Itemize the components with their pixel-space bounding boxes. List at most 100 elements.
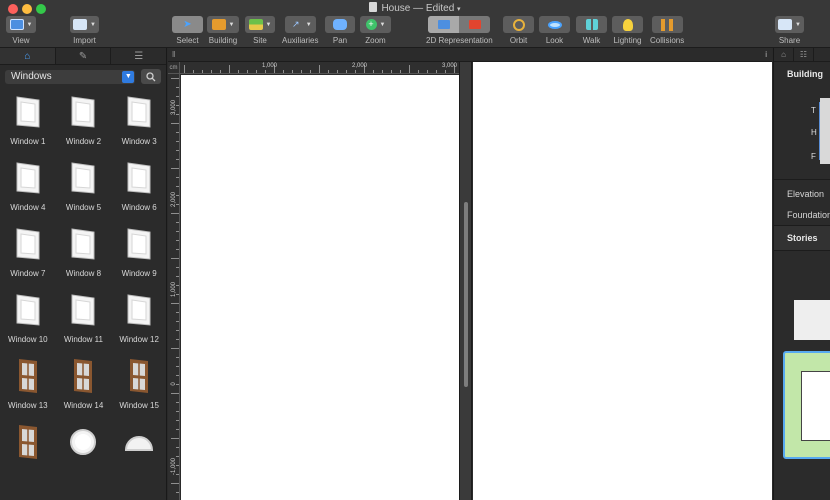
- ruler-tick: [301, 70, 302, 73]
- ruler-tick: [171, 483, 179, 484]
- view-tool[interactable]: ▼ View: [6, 16, 36, 45]
- category-dropdown[interactable]: Windows ▼: [5, 69, 136, 84]
- library-item[interactable]: Window 10: [0, 291, 56, 344]
- ruler-label: 2,000: [352, 63, 368, 69]
- building-tool[interactable]: ▼ Building: [207, 16, 239, 45]
- stories-section: Stories: [774, 225, 830, 251]
- look-label: Look: [545, 36, 564, 45]
- library-item-label: Window 8: [65, 269, 102, 278]
- library-tabs: ⌂ ✎ ☰: [0, 48, 166, 65]
- library-item[interactable]: Window 13: [0, 357, 56, 410]
- chevron-down-icon: ▼: [122, 70, 135, 83]
- chevron-down-icon[interactable]: ▾: [457, 6, 461, 13]
- library-panel: ⌂ ✎ ☰ Windows ▼ Window 1 Window 2 Window 3…: [0, 48, 167, 500]
- ruler-tick: [391, 70, 392, 73]
- view-splitter[interactable]: [459, 62, 472, 500]
- splitter-scrollbar[interactable]: [464, 202, 468, 387]
- ruler-tick: [176, 150, 179, 151]
- library-item-label: Window 7: [10, 269, 46, 278]
- search-icon: [146, 71, 156, 81]
- level-letter-top: T: [811, 106, 816, 115]
- collisions-tool[interactable]: Collisions: [650, 16, 684, 45]
- chevron-down-icon: ▼: [795, 21, 801, 28]
- representation-label: 2D Representation: [426, 36, 493, 45]
- ruler-tick: [211, 70, 212, 73]
- ruler-tick: [310, 70, 311, 73]
- walk-label: Walk: [582, 36, 601, 45]
- ruler-tick: [355, 70, 356, 73]
- share-tool[interactable]: ▼ Share: [775, 16, 804, 45]
- view-3d-canvas[interactable]: [473, 62, 772, 500]
- library-item[interactable]: Window 15: [111, 357, 167, 410]
- wood-window-icon: [123, 357, 155, 395]
- tab-building-inspector[interactable]: ⌂: [774, 48, 794, 61]
- auxiliaries-label: Auxiliaries: [282, 36, 319, 45]
- walk-tool[interactable]: Walk: [576, 16, 607, 45]
- library-item-label: Window 5: [65, 203, 102, 212]
- info-icon: ☷: [799, 50, 808, 59]
- library-item[interactable]: Window 12: [111, 291, 167, 344]
- info-icon[interactable]: i: [765, 50, 767, 59]
- view-icon: [9, 19, 24, 30]
- import-tool[interactable]: ▼ Import: [70, 16, 99, 45]
- library-item[interactable]: Window 3: [111, 93, 167, 146]
- floor-plan-thumbnail: [801, 371, 830, 441]
- ruler-label: -1,000: [171, 457, 177, 475]
- library-item[interactable]: Window 11: [56, 291, 112, 344]
- canvas-header-strip: ‖ i: [168, 48, 772, 62]
- library-item[interactable]: Window 1: [0, 93, 56, 146]
- library-item[interactable]: Window 8: [56, 225, 112, 278]
- library-grid: Window 1 Window 2 Window 3 Window 4 Window 5…: [0, 93, 167, 461]
- library-item[interactable]: Window 5: [56, 159, 112, 212]
- library-item[interactable]: [56, 423, 112, 461]
- resize-handle-icon[interactable]: ‖: [172, 50, 175, 59]
- library-item-label: Window 9: [121, 269, 157, 278]
- library-item[interactable]: Window 7: [0, 225, 56, 278]
- ruler-tick: [176, 321, 179, 322]
- ruler-tick: [176, 159, 179, 160]
- ruler-tick: [184, 65, 185, 73]
- lighting-tool[interactable]: Lighting: [612, 16, 643, 45]
- ruler-label: 1,000: [262, 63, 278, 69]
- look-tool[interactable]: Look: [539, 16, 570, 45]
- building-section-diagram: [820, 98, 830, 164]
- library-item[interactable]: Window 2: [56, 93, 112, 146]
- library-item[interactable]: Window 4: [0, 159, 56, 212]
- library-item-label: Window 2: [65, 137, 102, 146]
- zoom-tool[interactable]: + ▼ Zoom: [360, 16, 391, 45]
- tab-list[interactable]: ☰: [111, 48, 166, 64]
- ruler-tick: [176, 222, 179, 223]
- select-tool[interactable]: ➤ Select: [172, 16, 203, 45]
- library-item-label: Window 6: [121, 203, 157, 212]
- story-thumbnail-selected[interactable]: [783, 351, 830, 459]
- round-window-icon: [67, 423, 99, 461]
- view-3d-icon[interactable]: [459, 16, 490, 33]
- ruler-tick: [220, 70, 221, 73]
- orbit-tool[interactable]: Orbit: [503, 16, 534, 45]
- library-item[interactable]: Window 6: [111, 159, 167, 212]
- ruler-tick: [176, 249, 179, 250]
- library-item[interactable]: Window 14: [56, 357, 112, 410]
- plan-2d-icon[interactable]: [428, 16, 460, 33]
- document-icon: [369, 2, 378, 12]
- vertical-ruler: 3,000 2,000 1,000 0 -1,000: [168, 74, 180, 500]
- tab-materials[interactable]: ✎: [56, 48, 112, 64]
- representation-tool[interactable]: 2D Representation: [426, 16, 493, 45]
- pan-tool[interactable]: Pan: [325, 16, 355, 45]
- site-tool[interactable]: ▼ Site: [245, 16, 275, 45]
- view-label: View: [12, 36, 30, 45]
- ruler-tick: [176, 339, 179, 340]
- tab-library[interactable]: ⌂: [0, 48, 56, 64]
- plan-2d-canvas[interactable]: [181, 75, 459, 500]
- level-letter-floor: F: [811, 152, 816, 161]
- library-item[interactable]: [111, 423, 167, 461]
- tab-info-inspector[interactable]: ☷: [794, 48, 814, 61]
- wood-window-icon: [12, 357, 44, 395]
- library-item[interactable]: [0, 423, 56, 461]
- search-button[interactable]: [141, 69, 161, 84]
- ruler-tick: [171, 213, 179, 214]
- pan-label: Pan: [332, 36, 348, 45]
- library-item[interactable]: Window 9: [111, 225, 167, 278]
- auxiliaries-tool[interactable]: ↗ ▼ Auxiliaries: [282, 16, 318, 45]
- window-icon: [67, 93, 99, 131]
